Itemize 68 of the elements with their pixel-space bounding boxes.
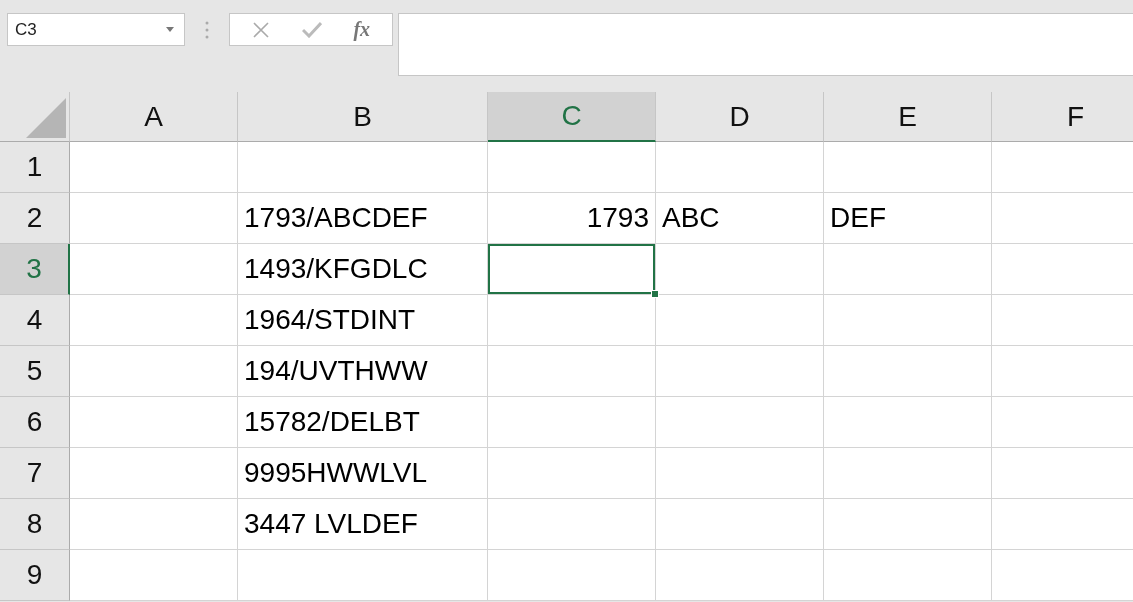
table-cell[interactable] [70,193,238,244]
row-header[interactable]: 8 [0,499,70,550]
insert-function-button[interactable]: fx [353,18,371,41]
row-header[interactable]: 4 [0,295,70,346]
table-cell[interactable] [824,346,992,397]
table-cell[interactable] [238,550,488,601]
table-cell[interactable] [488,244,656,295]
table-cell[interactable]: 3447 LVLDEF [238,499,488,550]
table-cell[interactable] [656,499,824,550]
formula-input[interactable] [398,13,1133,76]
cancel-icon[interactable] [251,20,270,39]
table-cell[interactable] [656,397,824,448]
table-cell[interactable]: 1493/KFGDLC [238,244,488,295]
table-cell[interactable] [488,346,656,397]
table-cell[interactable] [70,142,238,193]
table-cell[interactable]: DEF [824,193,992,244]
table-cell[interactable] [488,295,656,346]
table-cell[interactable] [488,397,656,448]
table-cell[interactable] [70,448,238,499]
table-cell[interactable] [70,295,238,346]
dropdown-caret-icon[interactable] [166,27,174,32]
table-cell[interactable] [488,499,656,550]
fill-handle[interactable] [651,290,659,298]
table-cell[interactable] [238,142,488,193]
table-cell[interactable] [488,550,656,601]
table-cell[interactable] [656,550,824,601]
row-header[interactable]: 9 [0,550,70,601]
column-header[interactable]: B [238,92,488,142]
table-cell[interactable] [824,397,992,448]
table-cell[interactable] [824,295,992,346]
table-cell[interactable] [656,142,824,193]
table-cell[interactable] [656,448,824,499]
select-all-icon[interactable] [26,98,66,138]
row-header[interactable]: 2 [0,193,70,244]
table-cell[interactable] [488,142,656,193]
table-cell[interactable] [824,550,992,601]
table-cell[interactable] [824,244,992,295]
row-header[interactable]: 5 [0,346,70,397]
table-cell[interactable]: 15782/DELBT [238,397,488,448]
table-cell[interactable]: 1964/STDINT [238,295,488,346]
table-cell[interactable] [488,448,656,499]
table-cell[interactable] [824,142,992,193]
column-header[interactable]: E [824,92,992,142]
checkmark-icon[interactable] [301,21,322,38]
row-header[interactable]: 3 [0,244,70,295]
column-header[interactable]: C [488,92,656,142]
column-header[interactable]: F [992,92,1133,142]
table-cell[interactable] [70,244,238,295]
table-cell[interactable] [70,499,238,550]
table-cell[interactable]: ABC [656,193,824,244]
table-cell[interactable]: 1793 [488,193,656,244]
row-header[interactable]: 1 [0,142,70,193]
row-header[interactable]: 6 [0,397,70,448]
table-cell[interactable] [824,499,992,550]
column-header[interactable]: D [656,92,824,142]
table-cell[interactable] [70,346,238,397]
table-cell[interactable] [824,448,992,499]
table-cell[interactable] [70,397,238,448]
table-cell[interactable] [70,550,238,601]
table-cell[interactable] [656,346,824,397]
name-box[interactable]: C3 [7,13,185,46]
row-header[interactable]: 7 [0,448,70,499]
table-cell[interactable]: 9995HWWLVL [238,448,488,499]
table-cell[interactable]: 1793/ABCDEF [238,193,488,244]
table-cell[interactable] [656,295,824,346]
table-cell[interactable]: 194/UVTHWW [238,346,488,397]
column-header[interactable]: A [70,92,238,142]
table-cell[interactable] [656,244,824,295]
